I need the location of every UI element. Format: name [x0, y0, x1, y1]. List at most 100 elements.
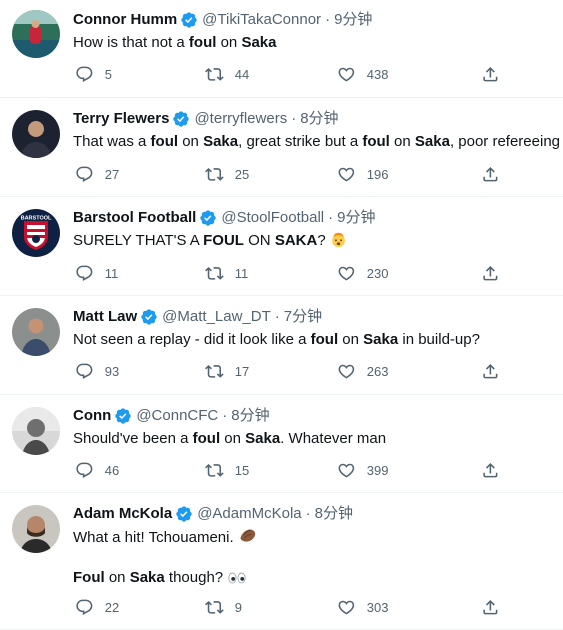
user-handle[interactable]: @AdamMcKola — [197, 504, 301, 524]
timestamp[interactable]: 8分钟 — [300, 109, 338, 129]
reply-count: 5 — [104, 66, 112, 82]
tweet-text-segment: , great strike but a — [238, 133, 363, 150]
verified-badge-icon — [199, 209, 217, 227]
tweet-paragraph: What a hit! Tchouameni. — [73, 527, 563, 548]
tweet-paragraph: Foul on Saka though? — [73, 568, 563, 588]
avatar[interactable]: BARSTOOL — [12, 209, 60, 257]
reply-icon — [75, 264, 94, 283]
tweet[interactable]: Terry Flewers @terryflewers · 8分钟 That was a… — [0, 98, 563, 197]
display-name[interactable]: Terry Flewers — [73, 109, 169, 129]
tweet[interactable]: Conn @ConnCFC · 8分钟 Should've been a foul on… — [0, 395, 563, 493]
share-button[interactable] — [481, 461, 500, 480]
reply-button[interactable]: 5 — [75, 65, 112, 84]
retweet-count: 17 — [234, 363, 250, 379]
tweet[interactable]: Connor Humm @TikiTakaConnor · 9分钟 How is tha… — [0, 0, 563, 98]
separator-dot: · — [222, 407, 228, 424]
retweet-count: 44 — [234, 66, 250, 82]
share-button[interactable] — [481, 362, 500, 381]
retweet-button[interactable]: 15 — [205, 461, 249, 480]
tweet-header: Connor Humm @TikiTakaConnor · 9分钟 — [73, 0, 563, 30]
tweet[interactable]: BARSTOOL Barstool Football @StoolFootball ·… — [0, 197, 563, 296]
retweet-count: 11 — [234, 265, 249, 281]
avatar[interactable] — [12, 308, 60, 356]
retweet-button[interactable]: 44 — [205, 65, 249, 84]
avatar[interactable] — [12, 407, 60, 455]
reply-count: 46 — [104, 462, 120, 478]
tweet-text: That was a foul on Saka, great strike bu… — [73, 132, 563, 152]
display-name[interactable]: Adam McKola — [73, 504, 172, 524]
eyes-emoji — [227, 569, 247, 586]
like-icon — [337, 598, 356, 617]
timestamp[interactable]: 9分钟 — [337, 208, 375, 228]
user-handle[interactable]: @Matt_Law_DT — [162, 307, 271, 327]
reply-icon — [75, 362, 94, 381]
avatar[interactable] — [12, 10, 60, 58]
reply-button[interactable]: 46 — [75, 461, 119, 480]
highlighted-keyword: Saka — [241, 34, 277, 51]
like-button[interactable]: 196 — [337, 165, 388, 184]
highlighted-keyword: foul — [188, 34, 217, 51]
display-name[interactable]: Conn — [73, 406, 111, 426]
tweet-paragraph: Not seen a replay - did it look like a f… — [73, 330, 563, 350]
like-count: 438 — [366, 66, 389, 82]
share-button[interactable] — [481, 165, 500, 184]
share-button[interactable] — [481, 264, 500, 283]
like-button[interactable]: 263 — [337, 362, 388, 381]
avatar[interactable] — [12, 110, 60, 158]
separator-dot: · — [328, 209, 334, 226]
user-handle[interactable]: @ConnCFC — [136, 406, 218, 426]
tweet-text-segment: . Whatever man — [280, 430, 387, 447]
retweet-icon — [205, 264, 224, 283]
like-count: 303 — [366, 599, 389, 615]
like-button[interactable]: 399 — [337, 461, 388, 480]
timestamp[interactable]: 8分钟 — [231, 406, 269, 426]
tweet-text: What a hit! Tchouameni. Foul on Saka tho… — [73, 527, 563, 588]
highlighted-keyword: FOUL — [203, 232, 244, 249]
retweet-button[interactable]: 17 — [205, 362, 249, 381]
share-button[interactable] — [481, 65, 500, 84]
display-name[interactable]: Barstool Football — [73, 208, 196, 228]
like-button[interactable]: 230 — [337, 264, 388, 283]
tweet-text-segment: What a hit! Tchouameni. — [73, 529, 238, 546]
reply-button[interactable]: 11 — [75, 264, 118, 283]
like-icon — [337, 461, 356, 480]
user-handle[interactable]: @terryflewers — [194, 109, 287, 129]
like-button[interactable]: 303 — [337, 598, 388, 617]
exploding-head-emoji — [330, 232, 347, 249]
reply-button[interactable]: 27 — [75, 165, 119, 184]
share-icon — [481, 65, 500, 84]
display-name[interactable]: Matt Law — [73, 307, 137, 327]
tweet[interactable]: Adam McKola @AdamMcKola · 8分钟 What a hit! Tc… — [0, 493, 563, 630]
avatar[interactable] — [12, 505, 60, 553]
timestamp[interactable]: 9分钟 — [334, 10, 372, 30]
tweet-text: How is that not a foul on Saka — [73, 33, 563, 53]
tweet-header: Barstool Football @StoolFootball · 9分钟 — [73, 197, 563, 228]
tweet-text-segment: Not seen a replay - did it look like a — [73, 331, 311, 348]
verified-badge-icon — [172, 110, 190, 128]
verified-badge-icon — [175, 505, 193, 523]
retweet-button[interactable]: 25 — [205, 165, 249, 184]
retweet-button[interactable]: 11 — [205, 264, 248, 283]
reply-button[interactable]: 22 — [75, 598, 119, 617]
tweet-text-segment: on — [389, 133, 415, 150]
svg-text:BARSTOOL: BARSTOOL — [21, 216, 52, 222]
user-handle[interactable]: @StoolFootball — [221, 208, 324, 228]
timestamp[interactable]: 8分钟 — [315, 504, 353, 524]
tweet-text-segment: in build-up? — [398, 331, 480, 348]
clapping-hands-emoji — [238, 529, 258, 546]
retweet-button[interactable]: 9 — [205, 598, 242, 617]
tweet-text-segment: ON — [243, 232, 275, 249]
verified-badge-icon — [114, 407, 132, 425]
reply-count: 22 — [104, 599, 120, 615]
timestamp[interactable]: 7分钟 — [284, 307, 322, 327]
like-button[interactable]: 438 — [337, 65, 388, 84]
share-button[interactable] — [481, 598, 500, 617]
retweet-icon — [205, 65, 224, 84]
highlighted-keyword: Saka — [363, 331, 399, 348]
tweet[interactable]: Matt Law @Matt_Law_DT · 7分钟 Not seen a repla… — [0, 296, 563, 395]
user-handle[interactable]: @TikiTakaConnor — [202, 10, 321, 30]
share-icon — [481, 165, 500, 184]
reply-icon — [75, 165, 94, 184]
display-name[interactable]: Connor Humm — [73, 10, 177, 30]
reply-button[interactable]: 93 — [75, 362, 119, 381]
